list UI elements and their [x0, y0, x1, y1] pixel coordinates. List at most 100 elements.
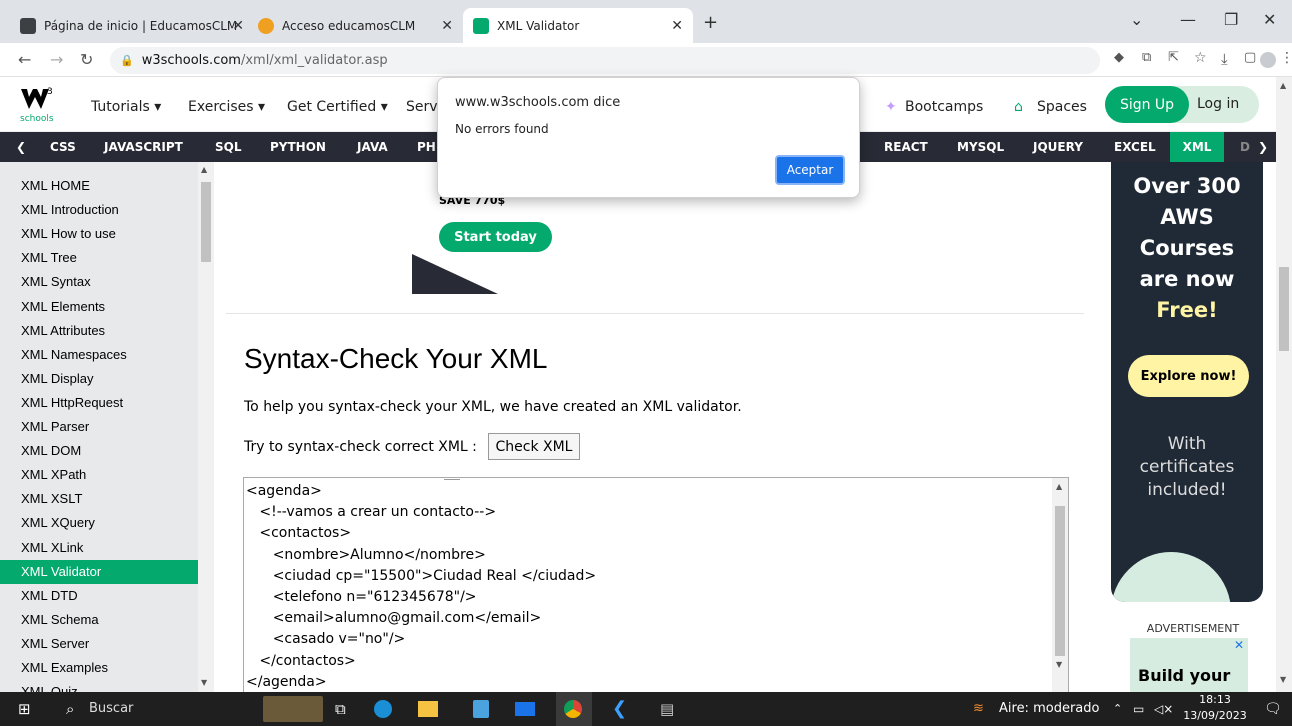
menu-get-certified[interactable]: Get Certified ▾: [287, 99, 388, 115]
nav-sql[interactable]: SQL: [215, 132, 242, 162]
chrome-icon[interactable]: [564, 700, 582, 718]
nav-mysql[interactable]: MYSQL: [957, 132, 1004, 162]
menu-exercises[interactable]: Exercises ▾: [188, 99, 265, 115]
sidebar-item[interactable]: XML Schema: [0, 608, 198, 632]
login-button[interactable]: Log in: [1197, 96, 1239, 112]
url-field[interactable]: 🔒 w3schools.com /xml/xml_validator.asp: [110, 47, 1100, 74]
sidebar-item[interactable]: XML How to use: [0, 222, 198, 246]
sidebar-item[interactable]: XML Elements: [0, 295, 198, 319]
sidebar-item[interactable]: XML XSLT: [0, 487, 198, 511]
check-xml-button[interactable]: Check XML: [488, 433, 580, 460]
sidebar-item[interactable]: XML Attributes: [0, 319, 198, 343]
reload-icon[interactable]: ↻: [80, 50, 93, 69]
scroll-up-icon[interactable]: ▲: [201, 165, 207, 174]
edge-taskbar-icon[interactable]: [374, 700, 392, 718]
close-icon[interactable]: ✕: [671, 18, 683, 34]
nav-react[interactable]: REACT: [884, 132, 928, 162]
sidepanel-icon[interactable]: ▢: [1244, 50, 1256, 65]
sidebar-scrollbar[interactable]: ▲ ▼: [198, 162, 214, 692]
star-icon[interactable]: ☆: [1194, 50, 1207, 66]
sidebar-item[interactable]: XML DTD: [0, 584, 198, 608]
download-icon[interactable]: ⤓: [1221, 50, 1228, 68]
share-icon[interactable]: ⇱: [1168, 50, 1179, 65]
taskbar-search[interactable]: Buscar: [89, 692, 133, 726]
mail-icon[interactable]: [515, 702, 535, 716]
extension-icon[interactable]: ◆: [1114, 50, 1124, 65]
build-ad[interactable]: ✕ Build your: [1130, 638, 1248, 694]
tab-xml-validator[interactable]: XML Validator ✕: [463, 8, 693, 43]
sidebar-item[interactable]: XML Examples: [0, 656, 198, 680]
nav-css[interactable]: CSS: [50, 132, 76, 162]
news-widget-icon[interactable]: [263, 696, 323, 722]
nav-java[interactable]: JAVA: [357, 132, 388, 162]
sidebar-item[interactable]: XML Validator: [0, 559, 198, 584]
nav-more[interactable]: D: [1240, 132, 1250, 162]
tab-acceso-educamos[interactable]: Acceso educamosCLM ✕: [248, 8, 463, 43]
nav-right-arrow[interactable]: ❯: [1258, 132, 1268, 162]
minimize-icon[interactable]: —: [1180, 10, 1196, 29]
tray-chevron-icon[interactable]: ⌃: [1113, 692, 1122, 726]
menu-spaces[interactable]: Spaces: [1037, 99, 1087, 115]
signup-button[interactable]: Sign Up: [1105, 86, 1189, 123]
close-icon[interactable]: ✕: [232, 18, 244, 34]
sidebar-item[interactable]: XML Parser: [0, 415, 198, 439]
restore-icon[interactable]: ❐: [1224, 10, 1238, 29]
search-icon[interactable]: ⌕: [66, 692, 74, 726]
sidebar-item[interactable]: XML Namespaces: [0, 343, 198, 367]
notepad-icon[interactable]: ▤: [660, 692, 674, 726]
file-explorer-icon[interactable]: [418, 701, 438, 717]
nav-python[interactable]: PYTHON: [270, 132, 326, 162]
start-today-button[interactable]: Start today: [439, 222, 552, 252]
w3schools-logo[interactable]: 3: [21, 85, 53, 113]
xml-textarea[interactable]: <agenda> <!--vamos a crear un contacto--…: [243, 477, 1069, 692]
scroll-down-icon[interactable]: ▼: [1280, 675, 1286, 684]
sidebar-item[interactable]: XML Quiz: [0, 680, 198, 692]
vscode-icon[interactable]: ❮: [612, 692, 627, 726]
back-icon[interactable]: ←: [18, 50, 31, 69]
clock-date[interactable]: 13/09/2023: [1180, 709, 1250, 722]
nav-xml[interactable]: XML: [1170, 132, 1224, 162]
menu-bootcamps[interactable]: Bootcamps: [905, 99, 983, 115]
textarea-scrollbar[interactable]: ▲ ▼: [1052, 478, 1068, 692]
chevron-down-icon[interactable]: ⌄: [1130, 10, 1143, 29]
nav-excel[interactable]: EXCEL: [1114, 132, 1156, 162]
nav-javascript[interactable]: JAVASCRIPT: [104, 132, 183, 162]
nav-jquery[interactable]: JQUERY: [1033, 132, 1083, 162]
sidebar-item[interactable]: XML HttpRequest: [0, 391, 198, 415]
sidebar-item[interactable]: XML Introduction: [0, 198, 198, 222]
nav-php[interactable]: PH: [417, 132, 436, 162]
scroll-down-icon[interactable]: ▼: [201, 678, 207, 687]
sidebar-item[interactable]: XML HOME: [0, 174, 198, 198]
volume-icon[interactable]: ◁×: [1154, 692, 1173, 726]
sidebar-item[interactable]: XML XLink: [0, 536, 198, 560]
task-view-icon[interactable]: ⧉: [335, 692, 346, 726]
scrollbar-thumb[interactable]: [201, 182, 211, 262]
store-icon[interactable]: [473, 700, 489, 718]
windows-start-icon[interactable]: ⊞: [18, 692, 31, 726]
profile-avatar[interactable]: [1260, 52, 1276, 68]
sidebar-item[interactable]: XML Display: [0, 367, 198, 391]
sidebar-item[interactable]: XML DOM: [0, 439, 198, 463]
close-window-icon[interactable]: ✕: [1263, 10, 1276, 29]
new-tab-button[interactable]: +: [703, 12, 718, 33]
sidebar-item[interactable]: XML XPath: [0, 463, 198, 487]
explore-now-button[interactable]: Explore now!: [1128, 355, 1249, 397]
accept-button[interactable]: Aceptar: [775, 155, 845, 185]
sidebar-item[interactable]: XML Syntax: [0, 270, 198, 294]
translate-icon[interactable]: ⧉: [1142, 50, 1151, 65]
scroll-up-icon[interactable]: ▲: [1280, 81, 1286, 90]
scrollbar-thumb[interactable]: [1055, 506, 1065, 656]
scroll-up-icon[interactable]: ▲: [1056, 482, 1062, 491]
sidebar-item[interactable]: XML XQuery: [0, 511, 198, 535]
weather-text[interactable]: Aire: moderado: [999, 692, 1099, 726]
ad-close-icon[interactable]: ✕: [1234, 638, 1244, 652]
close-icon[interactable]: ✕: [441, 18, 453, 34]
sidebar-item[interactable]: XML Tree: [0, 246, 198, 270]
nav-left-arrow[interactable]: ❮: [16, 132, 26, 162]
more-icon[interactable]: ⋮: [1280, 50, 1292, 66]
scrollbar-thumb[interactable]: [1279, 267, 1289, 351]
notifications-icon[interactable]: 🗨: [1264, 692, 1282, 726]
menu-tutorials[interactable]: Tutorials ▾: [91, 99, 161, 115]
forward-icon[interactable]: →: [50, 50, 63, 69]
page-scrollbar[interactable]: ▲ ▼: [1276, 77, 1292, 692]
